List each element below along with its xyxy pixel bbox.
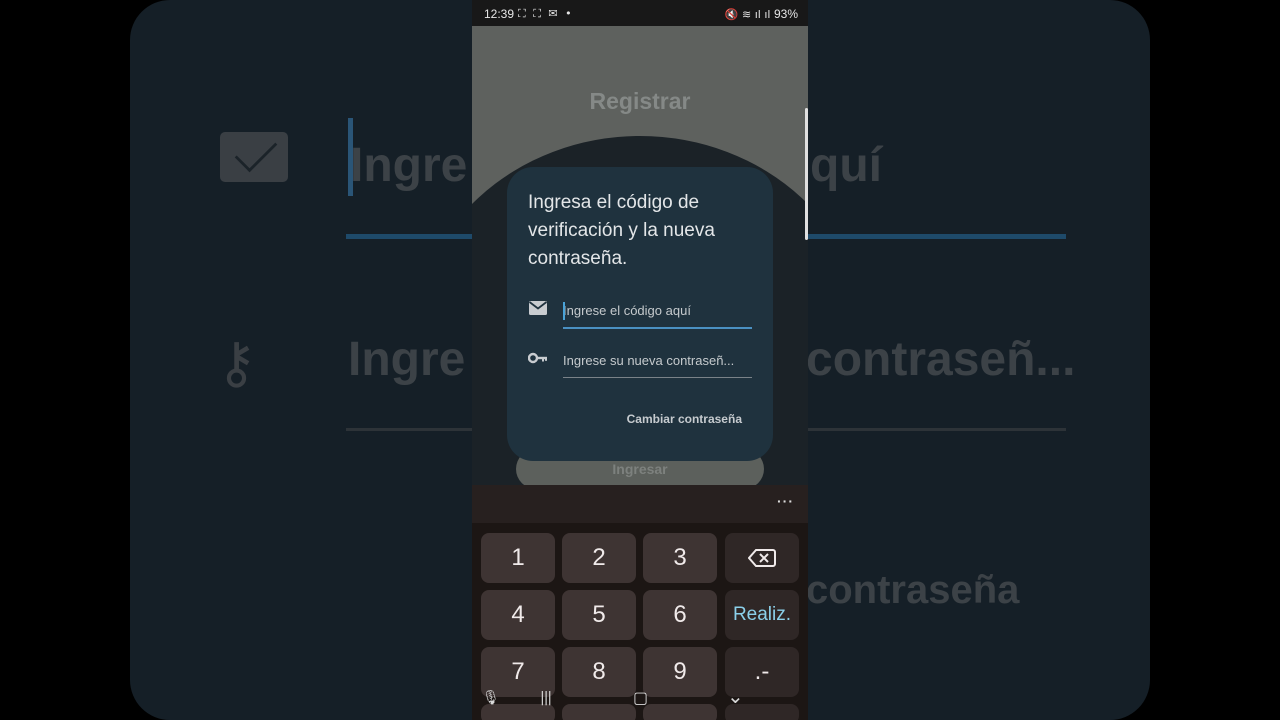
key-2[interactable]: 2 — [562, 533, 636, 583]
home-button[interactable]: ▢ — [633, 688, 648, 707]
backspace-icon — [747, 549, 776, 567]
system-navigation-bar: 🎙 ||| ▢ ⌄ — [472, 684, 808, 720]
password-field[interactable] — [528, 345, 752, 378]
key-5[interactable]: 5 — [562, 590, 636, 640]
microphone-icon[interactable]: 🎙 — [482, 690, 500, 706]
more-options-icon[interactable]: ··· — [777, 493, 794, 509]
key-6[interactable]: 6 — [643, 590, 717, 640]
bg-code-text: Ingre — [350, 139, 468, 192]
key-1[interactable]: 1 — [481, 533, 555, 583]
mute-wifi-signal-icons: 🔇 ≋ ıl ıl — [724, 8, 771, 21]
bg-password-text-right: contraseñ... — [806, 333, 1076, 386]
battery-level: 93% — [773, 7, 798, 21]
password-field-underline — [563, 377, 752, 378]
new-password-input[interactable] — [563, 345, 752, 375]
dialog-title: Ingresa el código de verificación y la n… — [528, 192, 715, 269]
bg-email-icon — [220, 132, 288, 182]
phone-screen: 12:39 ⛶ ⛶ ✉ • 🔇 ≋ ıl ıl 93% Registrar In… — [472, 0, 808, 720]
system-icons: 🔇 ≋ ıl ıl 93% — [725, 7, 798, 21]
email-icon — [528, 301, 548, 315]
done-key[interactable]: Realiz. — [725, 590, 799, 640]
code-field[interactable] — [528, 295, 752, 329]
key-icon — [528, 352, 547, 364]
key-3[interactable]: 3 — [643, 533, 717, 583]
bg-action-text: contraseña — [806, 568, 1020, 612]
notification-icons: ⛶ ⛶ ✉ • — [518, 7, 574, 20]
key-4[interactable]: 4 — [481, 590, 555, 640]
keyboard-toolbar: ··· — [472, 485, 808, 523]
change-password-button[interactable]: Cambiar contraseña — [627, 412, 742, 426]
reset-password-dialog: Ingresa el código de verificación y la n… — [507, 167, 773, 461]
verification-code-input[interactable] — [563, 295, 752, 325]
status-bar: 12:39 ⛶ ⛶ ✉ • 🔇 ≋ ıl ıl 93% — [472, 0, 808, 26]
bg-code-text-right: quí — [810, 139, 882, 192]
status-time: 12:39 — [484, 7, 515, 21]
text-cursor — [563, 302, 565, 320]
backspace-key[interactable] — [725, 533, 799, 583]
scrollbar[interactable] — [805, 108, 808, 240]
code-field-underline — [563, 327, 752, 329]
screen: Ingre quí ⚷ Ingre contraseñ... contraseñ… — [0, 0, 1280, 720]
recents-button[interactable]: ||| — [540, 690, 552, 706]
back-button[interactable]: ⌄ — [727, 684, 744, 708]
bg-key-icon: ⚷ — [216, 331, 258, 396]
page-title: Registrar — [589, 88, 691, 114]
bg-password-text: Ingre — [348, 333, 466, 386]
